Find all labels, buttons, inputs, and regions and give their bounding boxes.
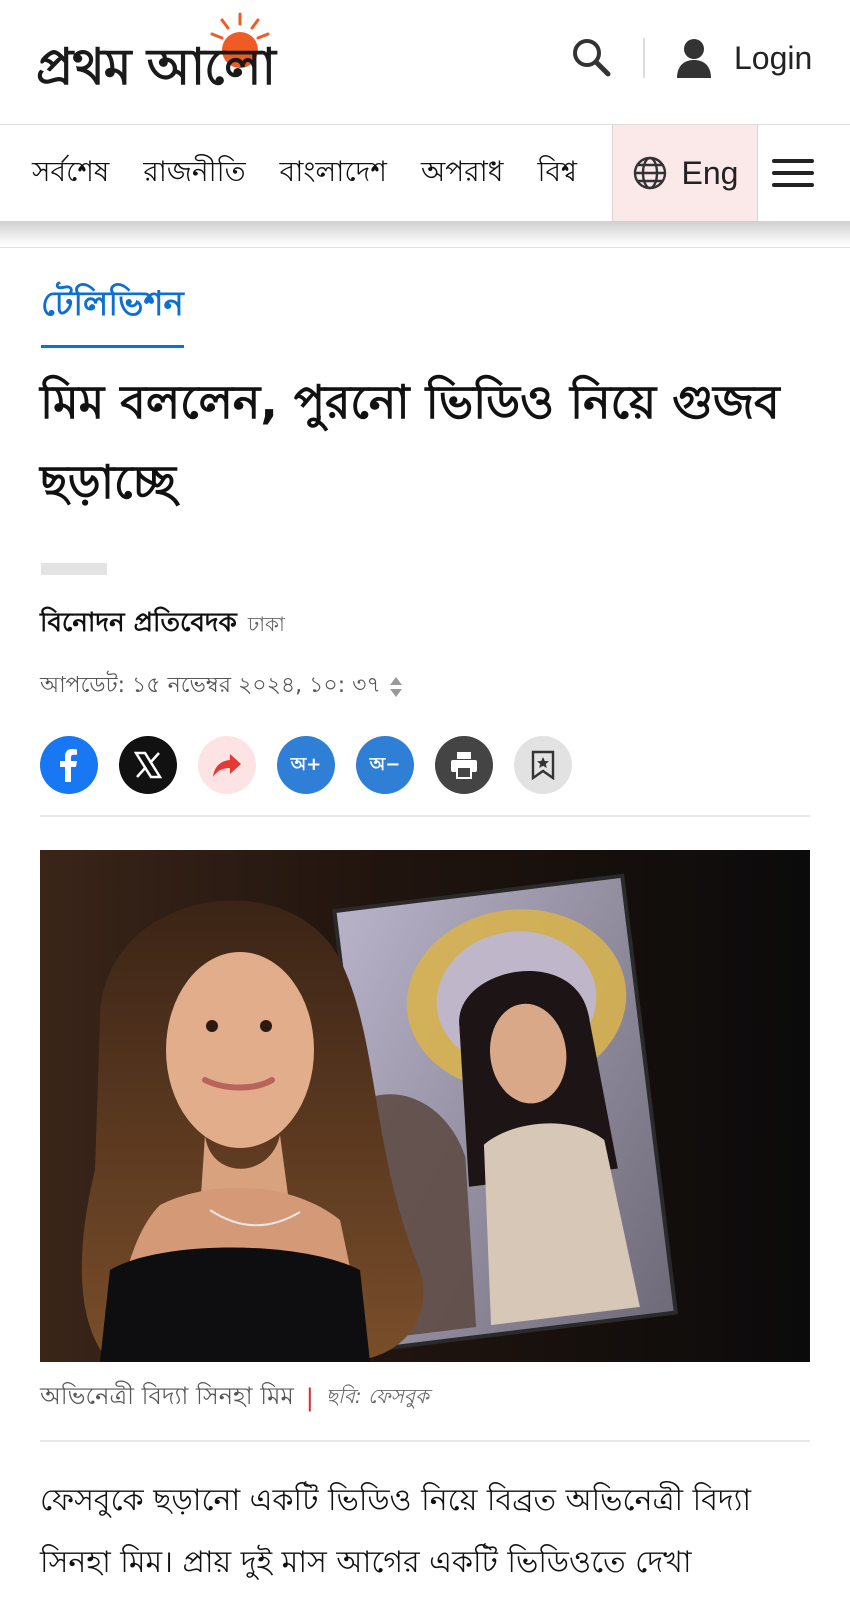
updated-text: আপডেট: ১৫ নভেম্বর ২০২৪, ১০: ৩৭ — [40, 673, 381, 698]
globe-icon — [633, 156, 666, 190]
article-photo-illustration — [40, 850, 810, 1362]
menu-bar — [772, 171, 814, 175]
sort-toggle-icon[interactable] — [389, 676, 403, 698]
x-share-button[interactable] — [119, 736, 177, 794]
photo-caption: অভিনেত্রী বিদ্যা সিনহা মিম | ছবি: ফেসবুক — [40, 1378, 429, 1418]
font-decrease-button[interactable]: অ− — [356, 736, 414, 794]
nav-item-bangladesh[interactable]: বাংলাদেশ — [280, 150, 387, 197]
language-toggle[interactable]: Eng — [612, 125, 758, 221]
site-header: প্রথম আলো Login — [0, 0, 850, 125]
nav-shadow — [0, 221, 850, 248]
author-name[interactable]: বিনোদন প্রতিবেদক — [40, 608, 237, 638]
author-location: ঢাকা — [247, 612, 285, 636]
print-icon — [451, 752, 477, 779]
bookmark-icon — [531, 750, 555, 780]
photo-credit: ছবি: ফেসবুক — [325, 1383, 430, 1408]
byline: বিনোদন প্রতিবেদক ঢাকা — [40, 602, 285, 646]
decorative-bar — [41, 563, 107, 575]
nav-item-latest[interactable]: সর্বশেষ — [32, 150, 109, 197]
caption-text: অভিনেত্রী বিদ্যা সিনহা মিম — [40, 1382, 294, 1410]
menu-bar — [772, 159, 814, 163]
x-icon — [134, 751, 162, 779]
login-button[interactable]: Login — [676, 34, 812, 82]
language-label: Eng — [681, 154, 739, 191]
font-increase-label: অ+ — [290, 753, 322, 775]
share-arrow-icon — [213, 754, 241, 777]
facebook-share-button[interactable] — [40, 736, 98, 794]
login-label: Login — [734, 39, 813, 76]
nav-item-crime[interactable]: অপরাধ — [421, 150, 503, 197]
logo-text: প্রথম আলো — [36, 38, 276, 96]
font-decrease-label: অ− — [369, 753, 401, 775]
user-icon — [677, 39, 711, 78]
caption-separator: | — [305, 1384, 314, 1412]
hamburger-menu-button[interactable] — [772, 153, 814, 193]
share-divider — [40, 815, 810, 817]
nav-items: সর্বশেষ রাজনীতি বাংলাদেশ অপরাধ বিশ্ব — [32, 125, 611, 221]
article-headline: মিম বললেন, পুরনো ভিডিও নিয়ে গুজব ছড়াচ্… — [40, 375, 780, 509]
share-button[interactable] — [198, 736, 256, 794]
article-body: ফেসবুকে ছড়ানো একটি ভিডিও নিয়ে বিব্রত অ… — [40, 1483, 752, 1580]
site-logo[interactable]: প্রথম আলো — [36, 6, 386, 96]
updated-time: আপডেট: ১৫ নভেম্বর ২০২৪, ১০: ৩৭ — [40, 668, 403, 705]
nav-item-politics[interactable]: রাজনীতি — [143, 150, 245, 197]
section-tag[interactable]: টেলিভিশন — [41, 278, 184, 348]
main-nav: সর্বশেষ রাজনীতি বাংলাদেশ অপরাধ বিশ্ব Eng — [0, 125, 850, 221]
menu-bar — [772, 183, 814, 187]
nav-item-world[interactable]: বিশ্ব — [537, 150, 577, 197]
facebook-icon — [60, 749, 77, 782]
article-photo[interactable] — [40, 850, 810, 1362]
caption-divider — [40, 1440, 810, 1442]
search-icon — [573, 39, 611, 77]
header-divider — [643, 38, 645, 78]
search-button[interactable] — [570, 36, 614, 80]
share-toolbar: অ+ অ− — [40, 736, 593, 796]
font-increase-button[interactable]: অ+ — [277, 736, 335, 794]
print-button[interactable] — [435, 736, 493, 794]
bookmark-button[interactable] — [514, 736, 572, 794]
